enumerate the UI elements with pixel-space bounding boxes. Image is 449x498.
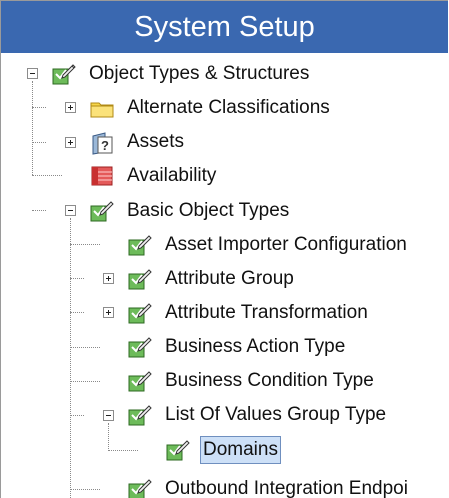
tree-item-asset-importer-configuration[interactable]: Asset Importer Configuration (165, 233, 407, 257)
tree-connector (32, 81, 33, 175)
expand-toggle[interactable] (103, 307, 114, 318)
object-type-icon (127, 402, 153, 428)
tree-item-alternate-classifications[interactable]: Alternate Classifications (127, 96, 330, 120)
tree-connector (108, 450, 138, 451)
tree-connector (70, 381, 100, 382)
collapse-toggle[interactable] (103, 410, 114, 421)
system-setup-panel: System Setup Object Types & Structures A… (0, 0, 448, 498)
availability-icon (89, 163, 115, 189)
tree-connector (70, 347, 100, 348)
folder-icon (89, 95, 115, 121)
object-type-icon (127, 300, 153, 326)
object-type-icon (89, 198, 115, 224)
collapse-toggle[interactable] (27, 68, 38, 79)
tree-connector (32, 210, 46, 211)
object-type-icon (127, 334, 153, 360)
tree-item-attribute-group[interactable]: Attribute Group (165, 267, 294, 291)
collapse-toggle[interactable] (65, 205, 76, 216)
tree-view[interactable]: Object Types & Structures Alternate Clas… (1, 53, 448, 498)
assets-icon: ? (89, 130, 115, 156)
object-type-icon (127, 476, 153, 498)
svg-text:?: ? (101, 138, 109, 153)
object-type-icon (127, 232, 153, 258)
tree-item-availability[interactable]: Availability (127, 164, 216, 188)
object-type-icon (51, 61, 77, 87)
tree-connector (32, 107, 46, 108)
panel-title: System Setup (1, 1, 448, 53)
tree-item-assets[interactable]: Assets (127, 130, 184, 154)
expand-toggle[interactable] (65, 102, 76, 113)
tree-connector (70, 312, 84, 313)
tree-connector (108, 423, 109, 451)
expand-toggle[interactable] (103, 273, 114, 284)
object-type-icon (127, 368, 153, 394)
tree-item-business-action-type[interactable]: Business Action Type (165, 335, 345, 359)
tree-item-domains[interactable]: Domains (200, 436, 281, 464)
object-type-icon (165, 437, 191, 463)
tree-item-basic-object-types[interactable]: Basic Object Types (127, 199, 289, 223)
tree-item-attribute-transformation[interactable]: Attribute Transformation (165, 301, 368, 325)
tree-connector (32, 175, 62, 176)
tree-connector (70, 278, 84, 279)
tree-item-business-condition-type[interactable]: Business Condition Type (165, 369, 374, 393)
tree-connector (70, 218, 71, 498)
tree-connector (70, 244, 100, 245)
tree-connector (32, 142, 46, 143)
tree-item-object-types-structures[interactable]: Object Types & Structures (89, 62, 309, 86)
tree-item-outbound-integration-endpoint[interactable]: Outbound Integration Endpoi (165, 477, 408, 498)
tree-connector (70, 415, 84, 416)
expand-toggle[interactable] (65, 137, 76, 148)
object-type-icon (127, 266, 153, 292)
tree-item-list-of-values-group-type[interactable]: List Of Values Group Type (165, 403, 386, 427)
tree-connector (70, 489, 100, 490)
